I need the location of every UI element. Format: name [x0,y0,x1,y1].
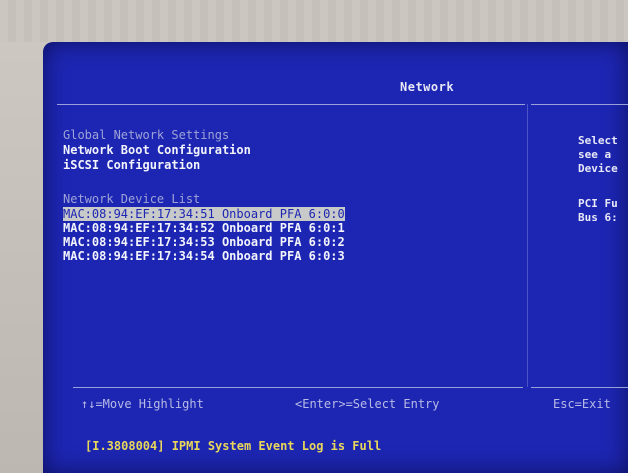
help-text-line-3: Device [578,162,618,175]
menu-item-network-boot-configuration[interactable]: Network Boot Configuration [63,143,251,157]
header-divider-right [531,104,628,105]
device-list-item-1[interactable]: MAC:08:94:EF:17:34:52 Onboard PFA 6:0:1 [63,221,345,235]
device-list-item-2[interactable]: MAC:08:94:EF:17:34:53 Onboard PFA 6:0:2 [63,235,345,249]
page-title: Network [400,80,455,94]
bios-screen: Network Global Network Settings Network … [43,42,628,473]
menu-item-global-network-settings[interactable]: Global Network Settings [63,128,229,142]
status-message: [I.3808004] IPMI System Event Log is Ful… [85,439,382,453]
footer-divider [73,387,523,388]
title-bar: Network [43,42,628,104]
panel-divider [527,104,528,387]
help-text-line-4: PCI Fu [578,197,618,210]
help-text-line-2: see a [578,148,612,161]
help-text-line-1: Select [578,134,618,147]
section-header-device-list: Network Device List [63,192,201,206]
header-divider [57,104,525,105]
device-list-item-3[interactable]: MAC:08:94:EF:17:34:54 Onboard PFA 6:0:3 [63,249,345,263]
device-list-item-0[interactable]: MAC:08:94:EF:17:34:51 Onboard PFA 6:0:0 [63,207,345,221]
footer-move-hint: ↑↓=Move Highlight [81,397,204,411]
help-text-line-5: Bus 6: [578,211,618,224]
menu-item-iscsi-configuration[interactable]: iSCSI Configuration [63,158,200,172]
footer-exit-hint: Esc=Exit [553,397,611,411]
footer-divider-right [531,387,628,388]
bezel-edge [0,0,628,42]
footer-select-hint: <Enter>=Select Entry [295,397,440,411]
